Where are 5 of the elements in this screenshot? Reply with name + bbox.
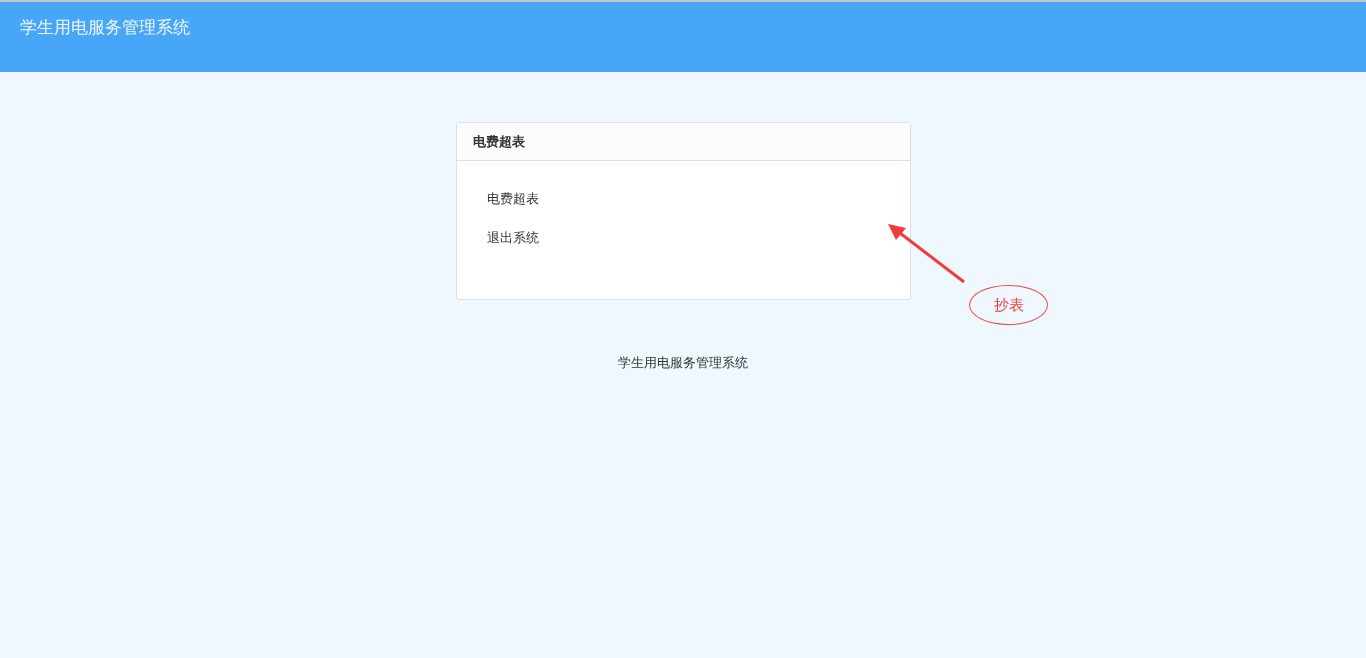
footer-text: 学生用电服务管理系统 [618,354,748,372]
app-title: 学生用电服务管理系统 [20,16,190,39]
menu-link[interactable]: 退出系统 [486,229,539,247]
menu-link[interactable]: 电费超表 [486,190,539,208]
card-title: 电费超表 [472,132,525,151]
